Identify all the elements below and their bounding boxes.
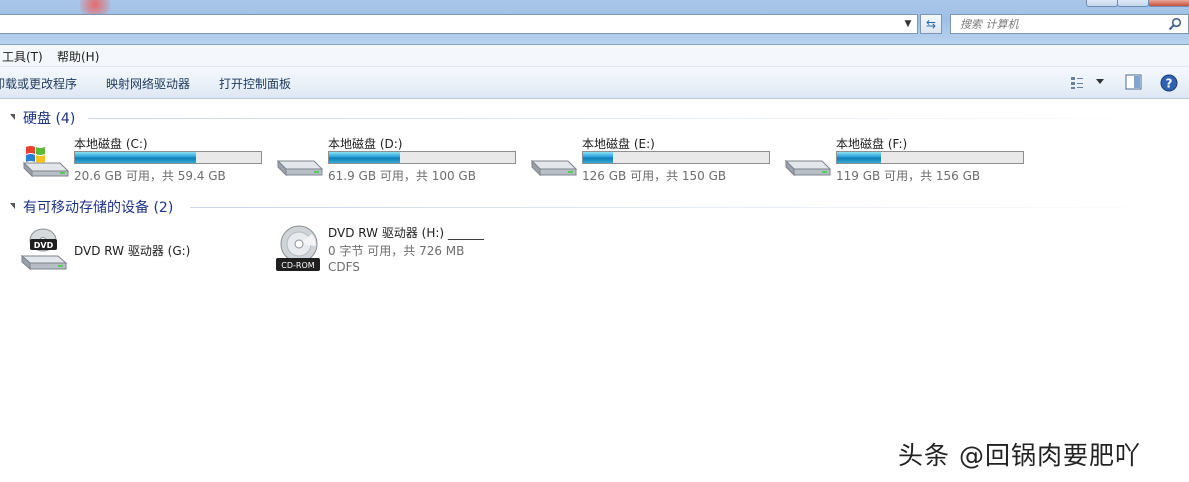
close-button[interactable] [1148, 0, 1189, 7]
collapse-arrow-icon[interactable] [10, 203, 15, 209]
search-icon[interactable] [1168, 17, 1182, 31]
drive-space-info: 61.9 GB 可用，共 100 GB [328, 169, 476, 183]
address-dropdown-icon[interactable]: ▼ [901, 17, 915, 31]
drive-usage-bar [328, 151, 516, 164]
search-box[interactable] [950, 14, 1189, 34]
drive-space-info: 119 GB 可用，共 156 GB [836, 169, 981, 183]
device-name: DVD RW 驱动器 (G:) [74, 244, 191, 258]
group-title: 有可移动存储的设备 (2) [23, 200, 174, 216]
minimize-button[interactable] [1086, 0, 1118, 7]
dvd-drive-h[interactable]: CD-ROM DVD RW 驱动器 (H:) ______ 0 字节 可用，共 … [274, 224, 514, 284]
windows-drive-icon [22, 146, 70, 178]
uninstall-clip: 卸载或更改程序 [0, 67, 88, 98]
drive-name: 本地磁盘 (F:) [836, 137, 908, 151]
uninstall-programs-button[interactable]: 卸载或更改程序 [0, 75, 77, 92]
drive-c[interactable]: 本地磁盘 (C:) 20.6 GB 可用，共 59.4 GB [20, 137, 270, 185]
group-title: 硬盘 (4) [23, 111, 76, 127]
drive-space-info: 126 GB 可用，共 150 GB [582, 169, 727, 183]
device-name: DVD RW 驱动器 (H:) ______ [328, 226, 484, 240]
open-control-panel-button[interactable]: 打开控制面板 [219, 75, 291, 92]
refresh-button[interactable]: ⇆ [920, 14, 942, 34]
preview-pane-icon[interactable] [1125, 74, 1142, 90]
group-divider [88, 118, 1178, 119]
drive-usage-fill [583, 152, 613, 163]
refresh-icon: ⇆ [925, 17, 937, 31]
device-filesystem: CDFS [328, 260, 360, 274]
help-icon[interactable]: ? [1160, 74, 1178, 92]
group-header-hard-disks[interactable]: 硬盘 (4) [10, 108, 76, 127]
address-bar[interactable]: ▼ [0, 14, 918, 34]
watermark-text: 头条 @回锅肉要肥吖 [898, 441, 1141, 470]
search-input[interactable] [951, 15, 1170, 33]
svg-text:CD-ROM: CD-ROM [281, 261, 314, 270]
menu-help[interactable]: 帮助(H) [57, 48, 99, 65]
map-network-drive-button[interactable]: 映射网络驱动器 [106, 75, 190, 92]
view-dropdown-icon[interactable] [1095, 79, 1105, 85]
drive-usage-bar [74, 151, 262, 164]
hard-drive-icon [276, 159, 324, 177]
drive-usage-fill [75, 152, 197, 163]
collapse-arrow-icon[interactable] [10, 114, 15, 120]
svg-text:DVD: DVD [34, 241, 54, 250]
drive-name: 本地磁盘 (E:) [582, 137, 655, 151]
menu-tools[interactable]: 工具(T) [2, 48, 43, 65]
drive-e[interactable]: 本地磁盘 (E:) 126 GB 可用，共 150 GB [528, 137, 778, 185]
maximize-button[interactable] [1117, 0, 1149, 7]
drive-usage-bar [836, 151, 1024, 164]
drive-name: 本地磁盘 (D:) [328, 137, 403, 151]
device-space-info: 0 字节 可用，共 726 MB [328, 244, 465, 258]
hard-drive-icon [530, 159, 578, 177]
drive-usage-bar [582, 151, 770, 164]
menu-bar: 工具(T) 帮助(H) [0, 45, 1189, 67]
view-options-icon[interactable] [1069, 74, 1085, 90]
dvd-drive-icon: DVD [20, 228, 68, 271]
command-bar: 卸载或更改程序 映射网络驱动器 打开控制面板 ? [0, 67, 1189, 99]
drive-space-info: 20.6 GB 可用，共 59.4 GB [74, 169, 226, 183]
drive-usage-fill [837, 152, 882, 163]
drive-name: 本地磁盘 (C:) [74, 137, 148, 151]
cd-rom-icon: CD-ROM [276, 225, 320, 271]
drive-d[interactable]: 本地磁盘 (D:) 61.9 GB 可用，共 100 GB [274, 137, 524, 185]
svg-text:?: ? [1166, 77, 1173, 91]
hard-drive-icon [784, 159, 832, 177]
drive-f[interactable]: 本地磁盘 (F:) 119 GB 可用，共 156 GB [782, 137, 1032, 185]
window-title-bar: ▼ ⇆ [0, 0, 1189, 45]
group-header-removable[interactable]: 有可移动存储的设备 (2) [10, 197, 174, 216]
dvd-drive-g[interactable]: DVD DVD RW 驱动器 (G:) [20, 226, 260, 286]
drive-usage-fill [329, 152, 400, 163]
group-divider [190, 207, 1178, 208]
